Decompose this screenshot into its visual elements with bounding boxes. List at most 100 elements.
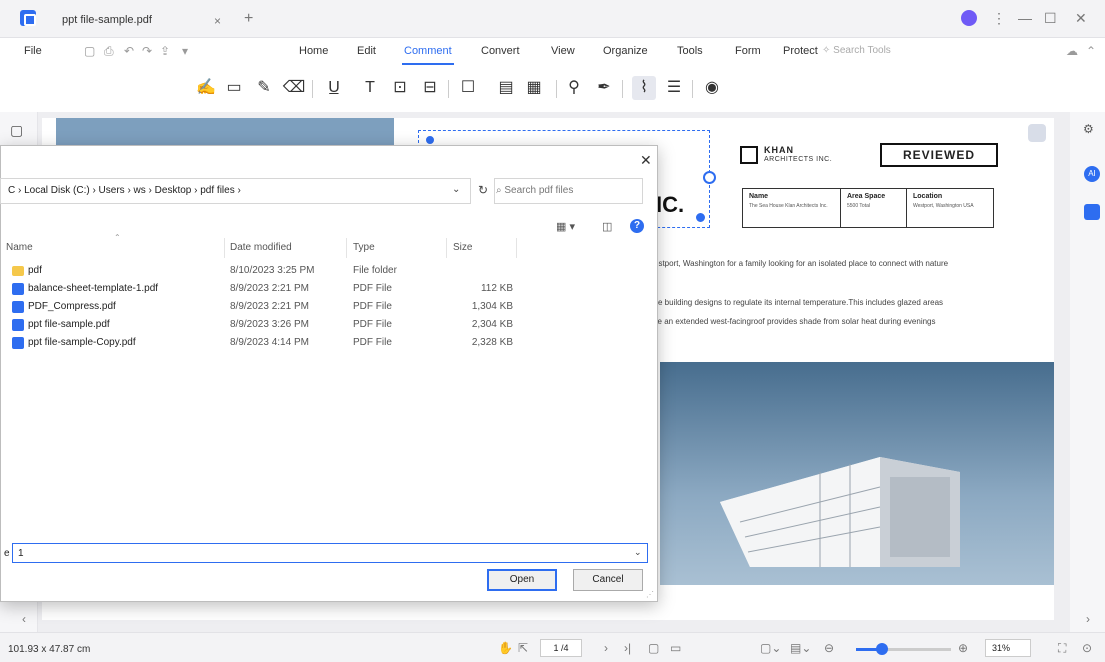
print-icon[interactable]: ⎙ [104,44,114,59]
prev-page-arrow-icon[interactable]: ‹ [22,612,26,626]
zoom-level-select[interactable]: 31% [985,639,1031,657]
selection-handle[interactable] [426,136,434,144]
search-tools-input[interactable]: ✧ Search Tools [822,45,891,56]
help-icon[interactable]: ? [630,219,644,233]
highlight-icon[interactable]: ✍ [194,76,218,100]
translate-icon[interactable] [1084,204,1100,220]
column-separator[interactable] [346,238,347,258]
bookmark-icon[interactable]: ▢ [10,122,23,139]
typewriter-icon[interactable]: T [358,76,382,100]
underline-icon[interactable]: U̲ [322,76,346,100]
view-options-icon[interactable]: ▦ ▾ [556,220,575,233]
dialog-close-button[interactable]: ✕ [640,152,652,169]
tab-close-icon[interactable]: × [214,14,221,28]
file-row[interactable]: balance-sheet-template-1.pdf 8/9/2023 2:… [0,280,520,298]
collapse-ribbon-icon[interactable]: ⌃ [1086,44,1096,58]
zoom-slider-handle[interactable] [876,643,888,655]
resize-grip-icon[interactable]: ⋰ [646,590,654,599]
column-separator[interactable] [446,238,447,258]
info-head: Name [749,193,769,200]
column-separator[interactable] [224,238,225,258]
more-icon[interactable]: ⋮ [992,10,1006,27]
address-dropdown-icon[interactable]: ⌄ [452,184,460,195]
resize-handle[interactable] [696,213,705,222]
pencil-icon[interactable]: ✎ [252,76,276,100]
tab-ppt-file-sample[interactable]: ppt file-sample.pdf [52,6,236,34]
file-type: PDF File [353,283,392,294]
shape-icon[interactable]: ☐ [456,76,480,100]
menu-form[interactable]: Form [735,45,761,57]
user-avatar[interactable] [961,10,977,26]
attachment-icon[interactable]: ⌇ [632,76,656,100]
menu-convert[interactable]: Convert [481,45,520,57]
column-separator[interactable] [516,238,517,258]
comment-list-icon[interactable]: ☰ [662,76,686,100]
menu-view[interactable]: View [551,45,575,57]
file-name-label: e [4,548,10,559]
refresh-icon[interactable]: ↻ [478,183,488,197]
menu-edit[interactable]: Edit [357,45,376,57]
area-highlight-icon[interactable]: ▭ [222,76,246,100]
hand-tool-icon[interactable]: ✋ [498,641,513,655]
open-button[interactable]: Open [487,569,557,591]
address-path[interactable]: C › Local Disk (C:) › Users › ws › Deskt… [8,185,241,196]
word-convert-icon[interactable] [1028,124,1046,142]
eye-icon[interactable]: ◉ [700,76,724,100]
next-page-icon[interactable]: › [604,641,608,655]
file-name-dropdown-icon[interactable]: ⌄ [634,547,642,558]
menu-protect[interactable]: Protect [783,45,818,57]
preview-pane-icon[interactable]: ◫ [602,220,612,233]
menu-comment[interactable]: Comment [404,45,452,57]
minimize-button[interactable]: — [1018,10,1032,26]
file-name-input[interactable] [12,543,648,563]
file-row[interactable]: PDF_Compress.pdf 8/9/2023 2:21 PM PDF Fi… [0,298,520,316]
share-icon[interactable]: ⇪ [160,44,170,58]
fit-width-icon[interactable]: ▭ [670,641,681,655]
page-view-icon[interactable]: ▢⌄ [760,641,781,655]
dropdown-icon[interactable]: ▾ [182,44,188,58]
fit-page-icon[interactable]: ▢ [648,641,659,655]
next-page-arrow-icon[interactable]: › [1086,612,1090,626]
reviewed-stamp[interactable]: REVIEWED [880,143,998,167]
file-row[interactable]: ppt file-sample-Copy.pdf 8/9/2023 4:14 P… [0,334,520,352]
cancel-button[interactable]: Cancel [573,569,643,591]
file-name-value[interactable]: 1 [18,548,24,559]
file-row[interactable]: pdf 8/10/2023 3:25 PM File folder [0,262,520,280]
save-icon[interactable]: ▢ [84,44,95,58]
menu-tools[interactable]: Tools [677,45,703,57]
column-name[interactable]: Name [6,242,33,253]
fullscreen-icon[interactable]: ⛶ [1058,641,1066,656]
undo-icon[interactable]: ↶ [124,44,134,58]
new-tab-button[interactable]: + [244,10,253,28]
reading-mode-icon[interactable]: ⊙ [1082,641,1092,655]
callout-icon[interactable]: ⊟ [418,76,442,100]
menu-file[interactable]: File [24,45,42,57]
select-tool-icon[interactable]: ⇱ [518,641,528,655]
close-window-button[interactable]: ✕ [1075,10,1087,27]
zoom-in-icon[interactable]: ⊕ [958,641,968,655]
column-date-modified[interactable]: Date modified [230,242,292,253]
column-size[interactable]: Size [453,242,472,253]
textbox-icon[interactable]: ⊡ [388,76,412,100]
page-layout-icon[interactable]: ▤⌄ [790,641,811,655]
cloud-icon[interactable]: ☁ [1066,44,1078,58]
info-body: Westport, Washington USA [913,203,974,209]
redo-icon[interactable]: ↷ [142,44,152,58]
menu-organize[interactable]: Organize [603,45,648,57]
measure-icon[interactable]: ▦ [522,76,546,100]
rotate-handle[interactable] [703,171,716,184]
maximize-button[interactable]: ☐ [1044,10,1057,27]
file-row[interactable]: ppt file-sample.pdf 8/9/2023 3:26 PM PDF… [0,316,520,334]
note-icon[interactable]: ▤ [494,76,518,100]
last-page-icon[interactable]: ›| [624,641,631,655]
zoom-out-icon[interactable]: ⊖ [824,641,834,655]
signature-icon[interactable]: ✒ [592,76,616,100]
properties-icon[interactable]: ⚙ [1083,122,1094,136]
stamp-icon[interactable]: ⚲ [562,76,586,100]
page-number-input[interactable]: 1 /4 [540,639,582,657]
column-type[interactable]: Type [353,242,375,253]
toolbar-separator [312,80,313,98]
ai-assistant-icon[interactable]: AI [1084,166,1100,182]
menu-home[interactable]: Home [299,45,328,57]
eraser-icon[interactable]: ⌫ [282,76,306,100]
